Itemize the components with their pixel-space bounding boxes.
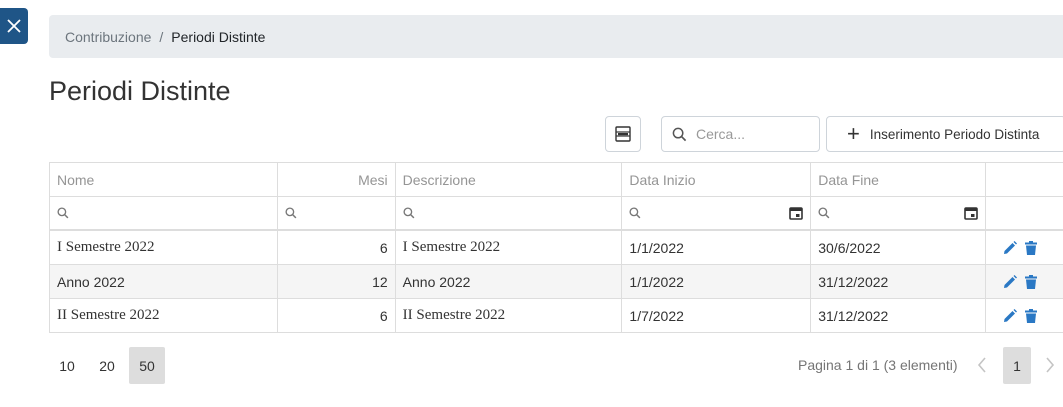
add-periodo-button[interactable]: + Inserimento Periodo Distinta xyxy=(826,116,1063,152)
cell-descrizione: II Semestre 2022 xyxy=(396,299,623,332)
close-icon xyxy=(7,19,21,33)
cell-data-fine: 31/12/2022 xyxy=(811,265,987,298)
search-icon xyxy=(629,207,641,219)
excel-export-icon xyxy=(615,126,631,142)
search-icon xyxy=(57,207,69,219)
cell-nome: I Semestre 2022 xyxy=(50,231,278,264)
search-icon xyxy=(403,207,415,219)
cell-actions xyxy=(986,299,1063,332)
column-header-data-inizio[interactable]: Data Inizio xyxy=(622,163,812,196)
trash-icon[interactable] xyxy=(1025,274,1038,289)
cell-data-inizio: 1/1/2022 xyxy=(622,231,812,264)
breadcrumb-separator: / xyxy=(159,28,164,45)
page-size-selector: 10 20 50 xyxy=(49,347,165,384)
pager-next-button[interactable] xyxy=(1040,350,1060,380)
breadcrumb-link-contribuzione[interactable]: Contribuzione xyxy=(65,29,151,45)
column-header-data-fine[interactable]: Data Fine xyxy=(811,163,987,196)
search-icon xyxy=(285,207,297,219)
calendar-icon[interactable] xyxy=(964,206,978,220)
cell-data-fine: 31/12/2022 xyxy=(811,299,987,332)
cell-mesi: 6 xyxy=(278,231,396,264)
breadcrumb: Contribuzione / Periodi Distinte xyxy=(49,15,1063,58)
breadcrumb-current: Periodi Distinte xyxy=(171,28,266,45)
edit-icon[interactable] xyxy=(1003,240,1018,255)
filter-actions xyxy=(986,197,1063,229)
cell-mesi: 12 xyxy=(278,265,396,298)
cell-descrizione: I Semestre 2022 xyxy=(396,231,623,264)
trash-icon[interactable] xyxy=(1025,308,1038,323)
trash-icon[interactable] xyxy=(1025,240,1038,255)
grid-filter-row xyxy=(50,197,1063,231)
cell-actions xyxy=(986,265,1063,298)
filter-mesi[interactable] xyxy=(278,197,396,229)
column-header-nome[interactable]: Nome xyxy=(50,163,278,196)
cell-descrizione: Anno 2022 xyxy=(396,265,623,298)
page-size-10[interactable]: 10 xyxy=(49,347,85,384)
cell-data-inizio: 1/7/2022 xyxy=(622,299,812,332)
cell-data-fine: 30/6/2022 xyxy=(811,231,987,264)
chevron-left-icon xyxy=(977,357,986,373)
edit-icon[interactable] xyxy=(1003,308,1018,323)
pager-page-1[interactable]: 1 xyxy=(1003,347,1031,384)
column-header-actions xyxy=(986,163,1063,196)
search-icon xyxy=(672,127,687,141)
page-size-20[interactable]: 20 xyxy=(89,347,125,384)
page-size-50[interactable]: 50 xyxy=(129,347,165,384)
search-icon xyxy=(818,207,830,219)
filter-descrizione[interactable] xyxy=(396,197,623,229)
pager-info: Pagina 1 di 1 (3 elementi) xyxy=(798,357,958,373)
column-header-mesi[interactable]: Mesi xyxy=(278,163,396,196)
search-box xyxy=(661,116,820,152)
search-input[interactable] xyxy=(696,126,806,142)
filter-data-fine[interactable] xyxy=(811,197,987,229)
add-periodo-label: Inserimento Periodo Distinta xyxy=(869,126,1040,142)
chevron-right-icon xyxy=(1046,357,1055,373)
table-row[interactable]: Anno 2022 12 Anno 2022 1/1/2022 31/12/20… xyxy=(50,265,1063,299)
cell-actions xyxy=(986,231,1063,264)
filter-data-inizio[interactable] xyxy=(622,197,812,229)
table-row[interactable]: I Semestre 2022 6 I Semestre 2022 1/1/20… xyxy=(50,231,1063,265)
close-button[interactable] xyxy=(0,8,28,44)
export-excel-button[interactable] xyxy=(605,116,641,152)
pager-prev-button[interactable] xyxy=(972,350,992,380)
cell-nome: Anno 2022 xyxy=(50,265,278,298)
periodi-grid: Nome Mesi Descrizione Data Inizio Data F… xyxy=(49,162,1063,333)
page-title: Periodi Distinte xyxy=(49,76,231,106)
cell-mesi: 6 xyxy=(278,299,396,332)
cell-data-inizio: 1/1/2022 xyxy=(622,265,812,298)
grid-header-row: Nome Mesi Descrizione Data Inizio Data F… xyxy=(50,163,1063,197)
calendar-icon[interactable] xyxy=(789,206,804,220)
edit-icon[interactable] xyxy=(1003,274,1018,289)
plus-icon: + xyxy=(847,121,860,146)
filter-nome[interactable] xyxy=(50,197,278,229)
cell-nome: II Semestre 2022 xyxy=(50,299,278,332)
column-header-descrizione[interactable]: Descrizione xyxy=(396,163,623,196)
table-row[interactable]: II Semestre 2022 6 II Semestre 2022 1/7/… xyxy=(50,299,1063,333)
